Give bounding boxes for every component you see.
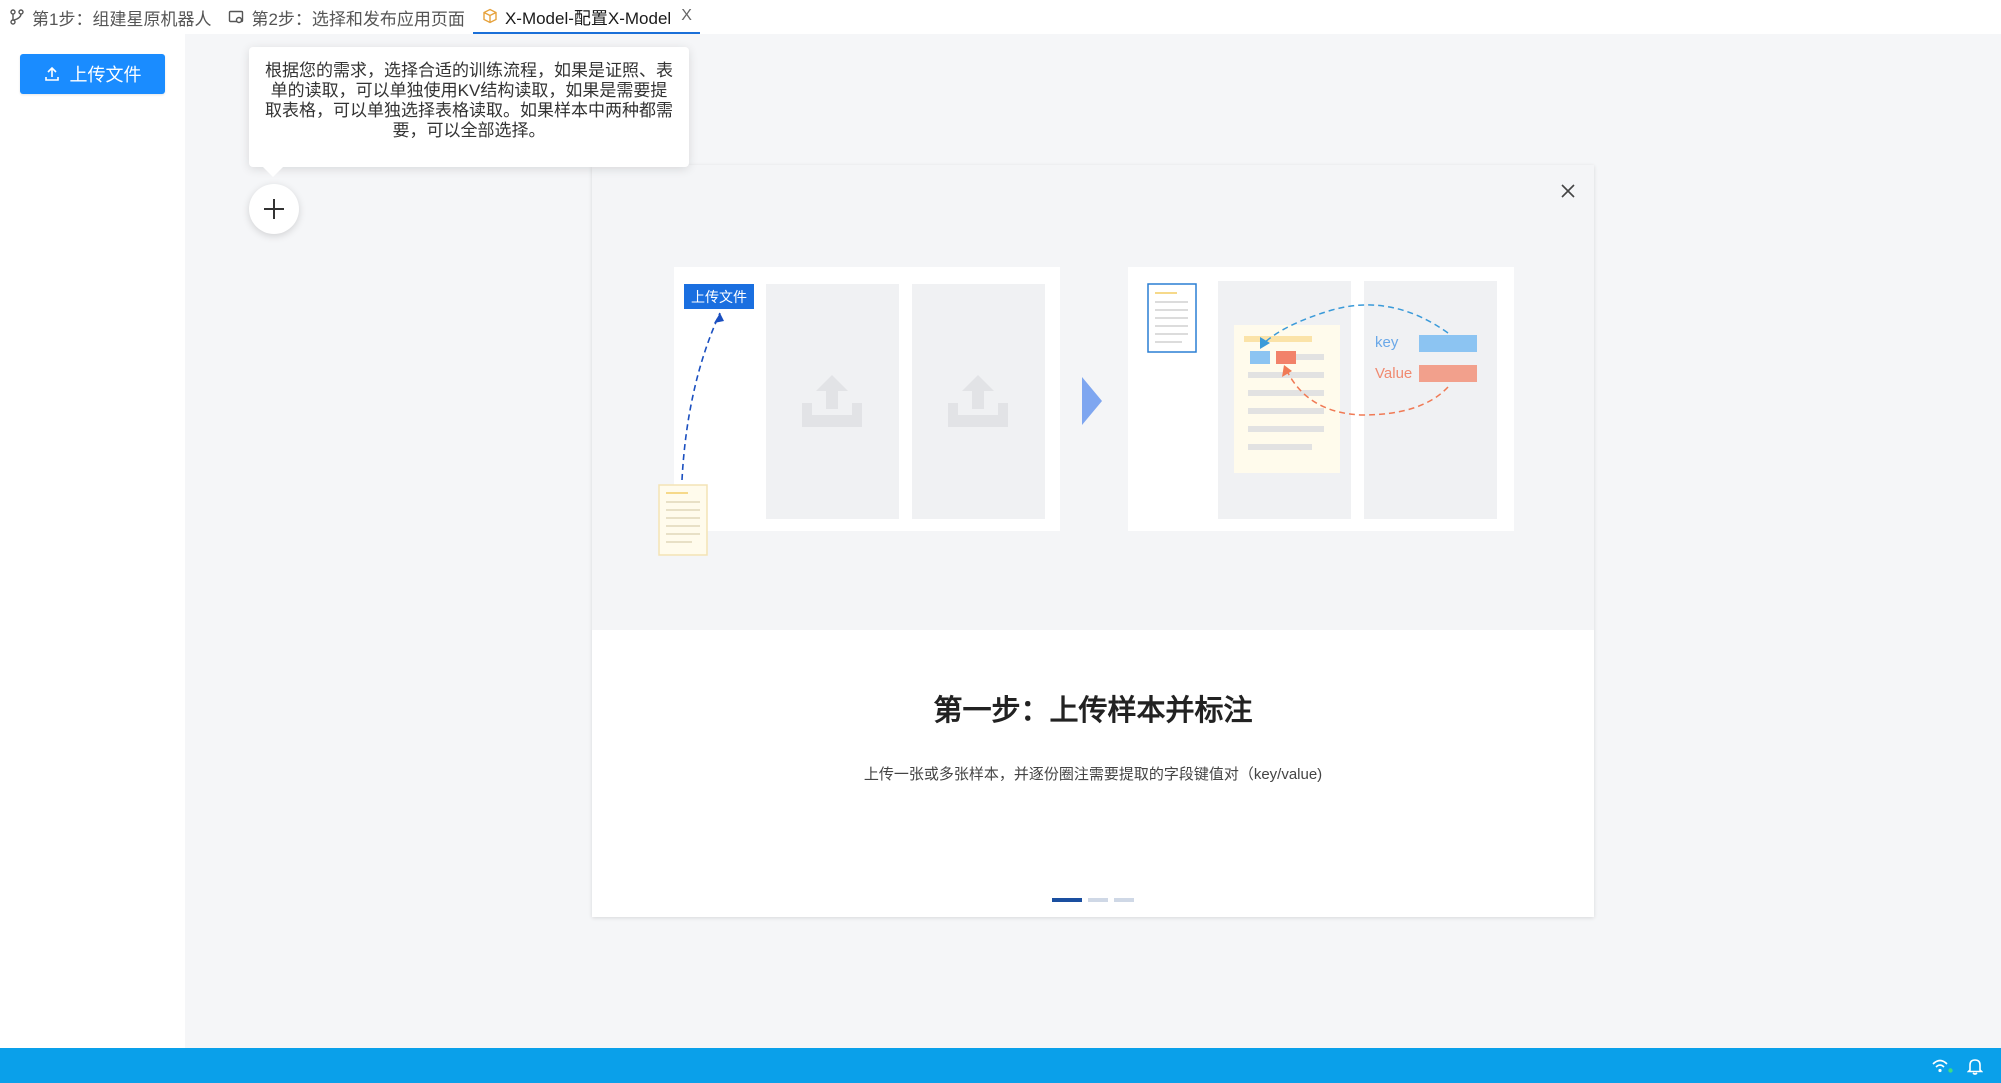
guide-tooltip-text: 根据您的需求，选择合适的训练流程，如果是证照、表单的读取，可以单独使用KV结构读…: [265, 61, 673, 140]
tab-step1[interactable]: 第1步：组建星原机器人: [0, 0, 219, 34]
value-field-bar: [1419, 365, 1477, 382]
upload-tag-label: 上传文件: [691, 289, 747, 305]
step-description: 上传一张或多张样本，并逐份圈注需要提取的字段键值对（key/value): [863, 766, 1323, 783]
value-highlight: [1276, 351, 1296, 364]
bell-icon[interactable]: [1967, 1057, 1983, 1075]
cube-icon: [481, 7, 499, 25]
step-title: 第一步：上传样本并标注: [933, 695, 1253, 727]
carousel-dot-3[interactable]: [1114, 898, 1134, 902]
key-label: key: [1375, 334, 1399, 351]
tab-xmodel[interactable]: X-Model-配置X-Model X: [472, 0, 700, 34]
add-node-button[interactable]: [249, 184, 299, 234]
status-bar: [0, 1048, 2001, 1083]
key-field-bar: [1419, 335, 1477, 352]
tab-bar: 第1步：组建星原机器人 第2步：选择和发布应用页面 X-Model-配置X-Mo…: [0, 0, 2001, 34]
page-icon: [227, 8, 245, 26]
sample-document: [658, 484, 708, 556]
upload-file-button[interactable]: 上传文件: [20, 54, 165, 94]
plus-icon: [264, 199, 284, 219]
close-icon: [1561, 184, 1575, 198]
tab-step2-label: 第2步：选择和发布应用页面: [251, 9, 465, 29]
modal-close-button[interactable]: [1556, 179, 1580, 203]
app-root: 第1步：组建星原机器人 第2步：选择和发布应用页面 X-Model-配置X-Mo…: [0, 0, 2001, 1083]
step-illustration: 上传文件 key Value: [658, 267, 1514, 556]
intro-modal: 上传文件 key Value 第一步：上传样本并标注 上传一张或多张样本，并逐份…: [592, 165, 1594, 917]
tab-step2[interactable]: 第2步：选择和发布应用页面: [219, 0, 472, 34]
sidebar: 上传文件: [0, 34, 185, 1048]
wifi-icon[interactable]: [1931, 1058, 1953, 1074]
carousel-pagination: [592, 898, 1594, 902]
annotated-document: [1234, 325, 1340, 473]
tab-xmodel-label: X-Model-配置X-Model: [504, 8, 672, 28]
guide-tooltip: 根据您的需求，选择合适的训练流程，如果是证照、表单的读取，可以单独使用KV结构读…: [249, 47, 689, 177]
tab-close-icon[interactable]: X: [681, 7, 692, 25]
flow-icon: [8, 8, 26, 26]
tab-step1-label: 第1步：组建星原机器人: [32, 9, 212, 29]
value-label: Value: [1375, 365, 1412, 382]
carousel-dot-1[interactable]: [1052, 898, 1082, 902]
key-highlight: [1250, 351, 1270, 364]
carousel-dot-2[interactable]: [1088, 898, 1108, 902]
next-arrow: [1082, 377, 1102, 425]
upload-file-label: 上传文件: [69, 65, 142, 85]
upload-icon: [44, 66, 59, 81]
